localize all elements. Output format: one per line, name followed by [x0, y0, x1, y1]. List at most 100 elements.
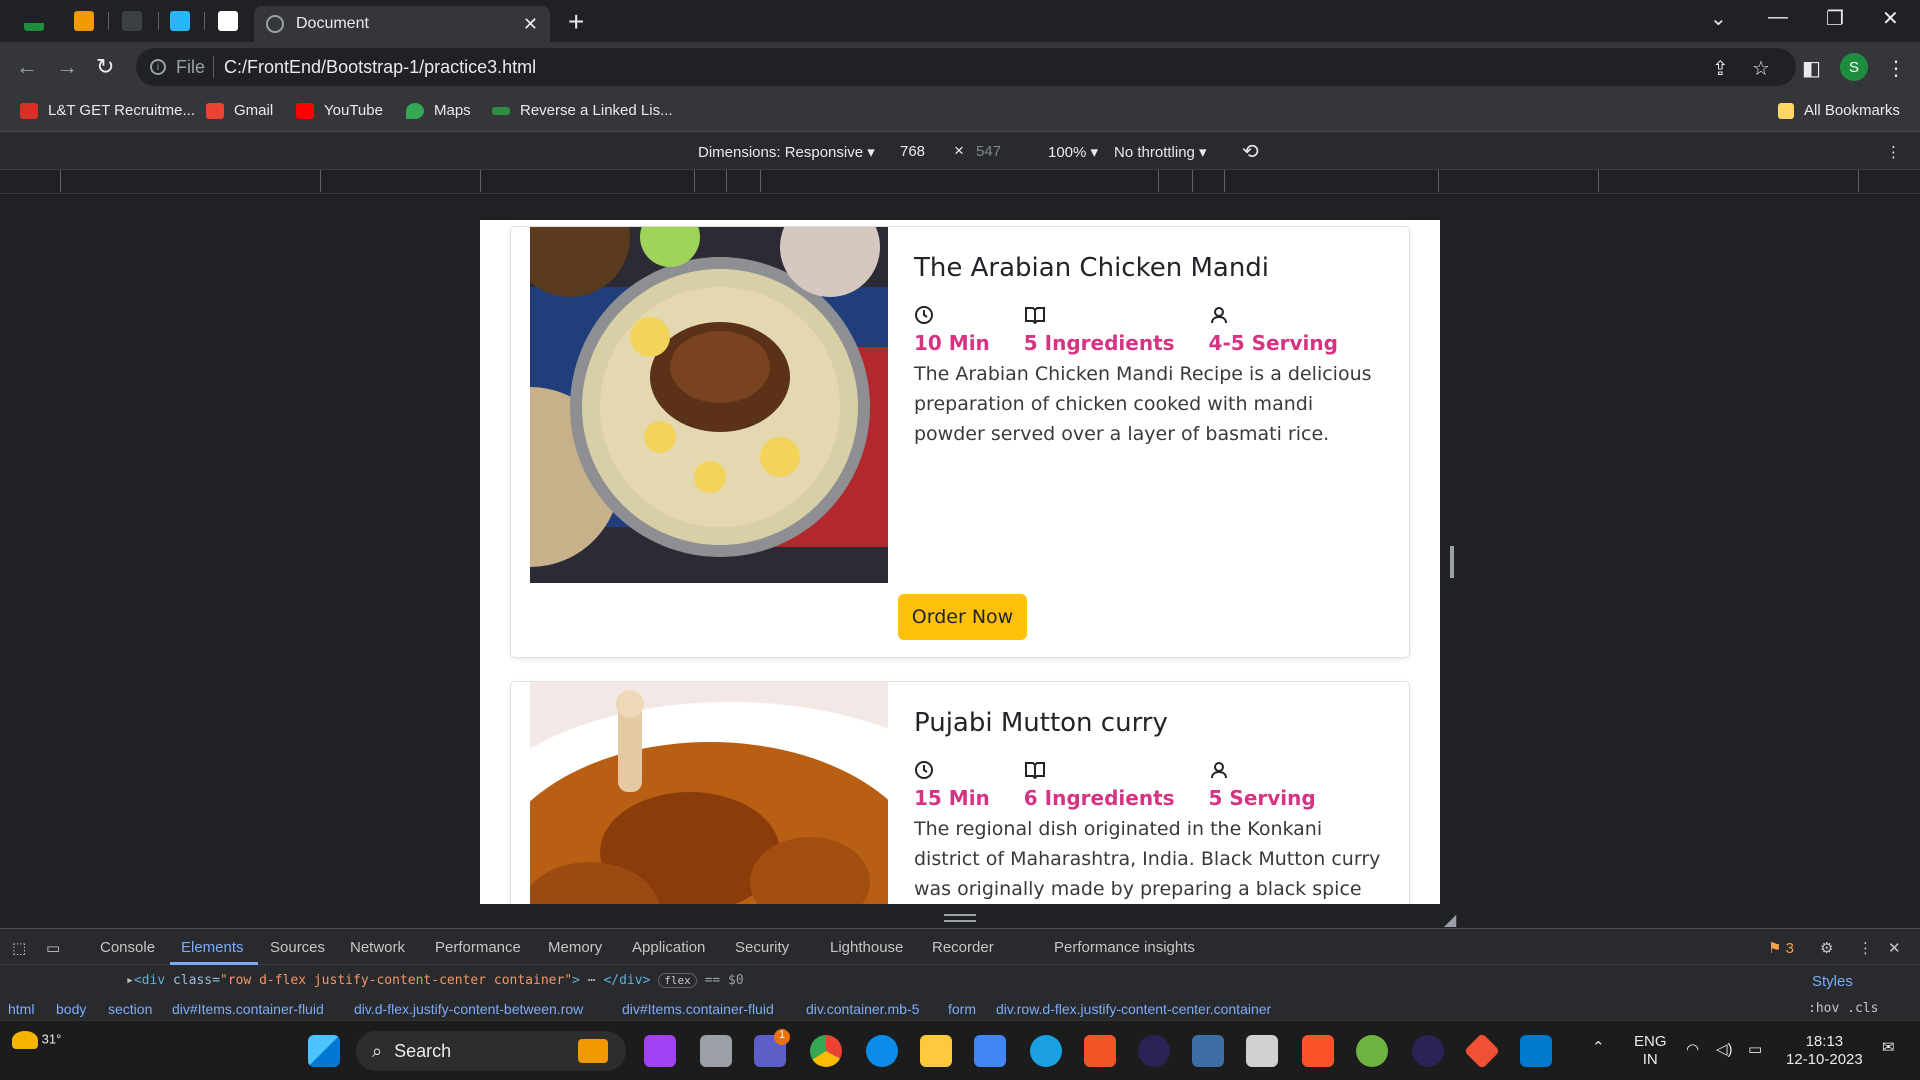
tab-elements[interactable]: Elements [181, 939, 244, 956]
address-bar[interactable]: i File C:/FrontEnd/Bootstrap-1/practice3… [136, 48, 1796, 86]
store-icon[interactable] [1084, 1035, 1116, 1067]
tab-performance[interactable]: Performance [435, 939, 521, 956]
width-input[interactable]: 768 [900, 143, 925, 160]
reload-button[interactable]: ↻ [96, 54, 114, 80]
all-bookmarks[interactable]: All Bookmarks [1778, 102, 1900, 119]
dimensions-select[interactable]: Dimensions: Responsive ▾ [698, 143, 875, 161]
zoom-select[interactable]: 100% ▾ [1048, 143, 1098, 161]
forward-button[interactable]: → [56, 54, 78, 80]
tab-security[interactable]: Security [735, 939, 789, 956]
notification-icon[interactable]: ✉ [1882, 1039, 1895, 1057]
clock[interactable]: 18:13 12-10-2023 [1786, 1033, 1863, 1069]
resize-handle-bottom[interactable] [944, 914, 976, 922]
breadcrumb-item[interactable]: div.container.mb-5 [806, 1001, 919, 1017]
pinned-tab-1[interactable] [18, 8, 50, 34]
breadcrumb-item[interactable]: section [108, 1001, 152, 1017]
height-input[interactable]: 547 [976, 143, 1001, 160]
ruler-tick[interactable] [1438, 170, 1439, 192]
selected-dom-node[interactable]: ▸<div class="row d-flex justify-content-… [126, 973, 744, 988]
bookmark-gmail[interactable]: Gmail [206, 102, 273, 119]
tab-document[interactable]: Document ✕ [254, 6, 550, 42]
bookmark-lt[interactable]: L&T GET Recruitme... [20, 102, 195, 119]
breadcrumb-item[interactable]: html [8, 1001, 34, 1017]
issues-badge[interactable]: ⚑ 3 [1768, 939, 1794, 957]
edge-icon[interactable] [866, 1035, 898, 1067]
chevron-up-icon[interactable]: ⌃ [1592, 1039, 1605, 1057]
tab-performance-insights[interactable]: Performance insights [1054, 939, 1195, 956]
tab-network[interactable]: Network [350, 939, 405, 956]
notepad-icon[interactable] [1246, 1035, 1278, 1067]
breadcrumb-item[interactable]: div.row.d-flex.justify-content-center.co… [996, 1001, 1271, 1017]
breadcrumb-item[interactable]: div.d-flex.justify-content-between.row [354, 1001, 583, 1017]
task-view-icon[interactable] [700, 1035, 732, 1067]
ruler-tick[interactable] [60, 170, 61, 192]
share-icon[interactable]: ⇪ [1712, 56, 1729, 81]
ruler-tick[interactable] [1158, 170, 1159, 192]
pinned-tab-2[interactable] [68, 8, 100, 34]
ruler-tick[interactable] [726, 170, 727, 192]
pinned-tab-5[interactable] [212, 8, 244, 34]
git-icon[interactable] [1463, 1032, 1501, 1070]
tab-console[interactable]: Console [100, 939, 155, 956]
throttling-select[interactable]: No throttling ▾ [1114, 143, 1207, 161]
vscode-icon[interactable] [1520, 1035, 1552, 1067]
file-explorer-icon[interactable] [920, 1035, 952, 1067]
eclipse-2-icon[interactable] [1412, 1035, 1444, 1067]
spring-icon[interactable] [1356, 1035, 1388, 1067]
ruler-tick[interactable] [760, 170, 761, 192]
ruler-tick[interactable] [1192, 170, 1193, 192]
copilot-icon[interactable] [644, 1035, 676, 1067]
windows-start-icon[interactable] [308, 1035, 340, 1067]
close-window-button[interactable]: ✕ [1882, 6, 1899, 31]
flex-badge[interactable]: flex [658, 973, 697, 988]
back-button[interactable]: ← [16, 54, 38, 80]
teams-chat-icon[interactable]: 1 [754, 1029, 790, 1067]
minimize-button[interactable]: — [1768, 6, 1788, 29]
resize-handle-right[interactable] [1450, 546, 1454, 578]
eclipse-icon[interactable] [1138, 1035, 1170, 1067]
bookmark-gfg[interactable]: Reverse a Linked Lis... [492, 102, 673, 119]
ruler-tick[interactable] [1224, 170, 1225, 192]
ruler-tick[interactable] [1598, 170, 1599, 192]
ruler-tick[interactable] [694, 170, 695, 192]
gear-icon[interactable]: ⚙ [1820, 939, 1833, 957]
more-icon[interactable]: ⋮ [1886, 143, 1901, 161]
device-toggle-icon[interactable]: ▭ [46, 939, 60, 957]
breadcrumb-item[interactable]: div#Items.container-fluid [172, 1001, 324, 1017]
bookmark-maps[interactable]: Maps [406, 102, 471, 119]
side-panel-icon[interactable]: ◧ [1802, 56, 1821, 81]
resize-corner-icon[interactable]: ◢ [1444, 910, 1456, 930]
pinned-tab-4[interactable] [164, 8, 196, 34]
close-devtools-icon[interactable]: ✕ [1888, 939, 1901, 957]
breadcrumb-item[interactable]: div#Items.container-fluid [622, 1001, 774, 1017]
kebab-icon[interactable]: ⋮ [1858, 939, 1873, 957]
taskbar-search[interactable]: ⌕ Search [356, 1031, 626, 1071]
tab-memory[interactable]: Memory [548, 939, 602, 956]
chrome-icon[interactable] [810, 1035, 842, 1067]
menu-icon[interactable]: ⋮ [1886, 56, 1906, 81]
tab-sources[interactable]: Sources [270, 939, 325, 956]
ruler-tick[interactable] [1858, 170, 1859, 192]
battery-icon[interactable]: ▭ [1748, 1041, 1762, 1059]
help-icon[interactable] [1030, 1035, 1062, 1067]
ruler-tick[interactable] [320, 170, 321, 192]
tab-lighthouse[interactable]: Lighthouse [830, 939, 903, 956]
rotate-icon[interactable]: ⟲ [1242, 139, 1259, 164]
tab-application[interactable]: Application [632, 939, 705, 956]
chevron-down-icon[interactable]: ⌄ [1710, 6, 1727, 31]
breadcrumb-item[interactable]: form [948, 1001, 976, 1017]
new-tab-button[interactable]: + [568, 6, 584, 38]
weather-widget[interactable]: 31° [12, 1031, 61, 1049]
star-icon[interactable]: ☆ [1752, 56, 1770, 81]
myhp-icon[interactable] [974, 1035, 1006, 1067]
order-now-button[interactable]: Order Now [898, 594, 1027, 640]
info-icon[interactable]: i [150, 59, 166, 75]
url-text[interactable]: C:/FrontEnd/Bootstrap-1/practice3.html [224, 57, 536, 78]
avatar[interactable]: S [1840, 53, 1868, 81]
bookmark-youtube[interactable]: YouTube [296, 102, 383, 119]
language-indicator[interactable]: ENG IN [1634, 1033, 1667, 1069]
hov-cls-toggle[interactable]: :hov .cls [1808, 1001, 1878, 1016]
pinned-tab-3[interactable] [116, 8, 148, 34]
tab-recorder[interactable]: Recorder [932, 939, 994, 956]
styles-tab[interactable]: Styles [1812, 973, 1853, 990]
